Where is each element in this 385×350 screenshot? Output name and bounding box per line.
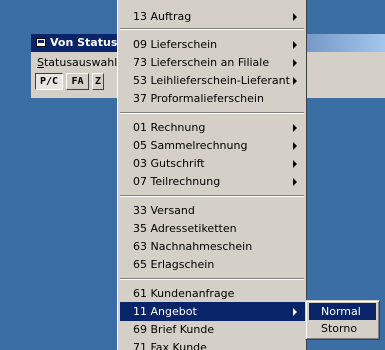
chevron-right-icon [293, 13, 297, 21]
menu-separator [120, 278, 304, 280]
menu-item-teilrechnung[interactable]: 07 Teilrechnung [120, 172, 305, 191]
menu-item-erlagschein[interactable]: 65 Erlagschein [120, 255, 305, 274]
menu-item-lieferschein-filiale[interactable]: 73 Lieferschein an Filiale [120, 53, 305, 72]
menu-item-auftrag[interactable]: 13 Auftrag [120, 7, 305, 26]
fa-button[interactable]: FA [66, 73, 89, 90]
menu-item-fax-kunde[interactable]: 71 Fax Kunde [120, 338, 305, 350]
submenu-item-normal[interactable]: Normal [309, 303, 376, 320]
menu-item-rechnung[interactable]: 01 Rechnung [120, 118, 305, 137]
angebot-submenu: Normal Storno [305, 300, 380, 340]
menu-item-gutschrift[interactable]: 03 Gutschrift [120, 154, 305, 173]
menu-item-versand[interactable]: 33 Versand [120, 201, 305, 220]
chevron-right-icon [293, 41, 297, 49]
chevron-right-icon [293, 77, 297, 85]
chevron-right-icon [293, 160, 297, 168]
toolbar-button-3[interactable]: Z [92, 73, 104, 90]
menu-item-kundenanfrage[interactable]: 61 Kundenanfrage [120, 284, 305, 303]
chevron-right-icon [293, 142, 297, 150]
menu-item-angebot[interactable]: 11 Angebot [120, 302, 305, 321]
chevron-right-icon [293, 178, 297, 186]
menu-item-lieferschein[interactable]: 09 Lieferschein [120, 35, 305, 54]
menu-item-leihlieferschein[interactable]: 53 Leihlieferschein-Lieferant [120, 71, 305, 90]
menu-separator [120, 28, 304, 30]
submenu-item-storno[interactable]: Storno [309, 320, 376, 337]
menu-item-brief-kunde[interactable]: 69 Brief Kunde [120, 320, 305, 339]
menu-item-proforma[interactable]: 37 Proformalieferschein [120, 89, 305, 108]
menu-separator [120, 195, 304, 197]
menu-item-adressetiketten[interactable]: 35 Adressetiketten [120, 219, 305, 238]
context-menu: 13 Auftrag 09 Lieferschein 73 Liefersche… [117, 0, 307, 350]
window-icon [36, 38, 46, 47]
chevron-right-icon [293, 308, 297, 316]
menu-item-sammelrechnung[interactable]: 05 Sammelrechnung [120, 136, 305, 155]
dialog-title: Von Status [50, 36, 118, 49]
chevron-right-icon [293, 124, 297, 132]
chevron-right-icon [293, 59, 297, 67]
menu-separator [120, 112, 304, 114]
menu-item-nachnahmeschein[interactable]: 63 Nachnahmeschein [120, 237, 305, 256]
pc-button[interactable]: P/C [35, 73, 63, 90]
menu-statusauswahl[interactable]: Statusauswahl [37, 56, 117, 69]
